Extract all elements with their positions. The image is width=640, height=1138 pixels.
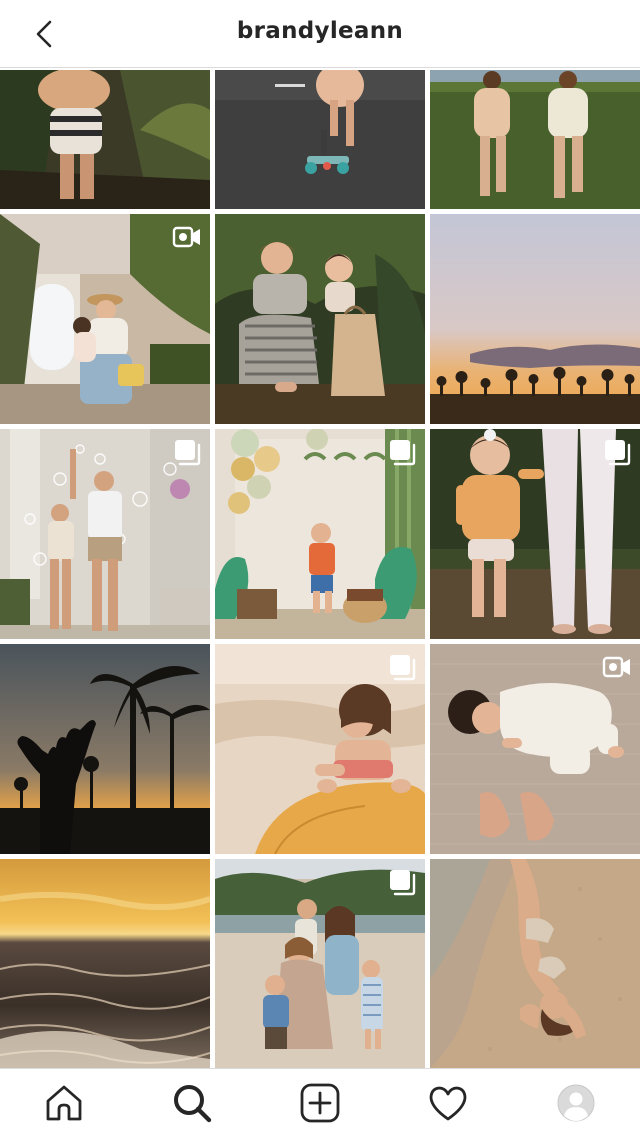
video-icon <box>172 226 200 248</box>
carousel-icon <box>605 440 631 466</box>
post-tile-8[interactable] <box>215 429 425 639</box>
post-tile-15[interactable] <box>430 859 640 1068</box>
post-image <box>215 70 425 209</box>
post-tile-4[interactable] <box>0 214 210 424</box>
post-image <box>430 70 640 209</box>
post-tile-2[interactable] <box>215 70 425 209</box>
tab-activity[interactable] <box>426 1081 470 1125</box>
plus-square-icon <box>300 1083 340 1123</box>
post-tile-14[interactable] <box>215 859 425 1068</box>
post-tile-11[interactable] <box>215 644 425 854</box>
post-tile-13[interactable] <box>0 859 210 1068</box>
tab-profile[interactable] <box>554 1081 598 1125</box>
tab-search[interactable] <box>170 1081 214 1125</box>
post-tile-3[interactable] <box>430 70 640 209</box>
post-tile-1[interactable] <box>0 70 210 209</box>
tab-new-post[interactable] <box>298 1081 342 1125</box>
post-tile-7[interactable] <box>0 429 210 639</box>
carousel-icon <box>390 870 416 896</box>
post-image <box>430 214 640 424</box>
bottom-tab-bar <box>0 1068 640 1138</box>
carousel-icon <box>175 440 201 466</box>
post-tile-10[interactable] <box>0 644 210 854</box>
post-image <box>430 859 640 1068</box>
post-tile-9[interactable] <box>430 429 640 639</box>
post-tile-6[interactable] <box>430 214 640 424</box>
heart-icon <box>429 1086 467 1121</box>
video-icon <box>602 656 630 678</box>
tab-home[interactable] <box>42 1081 86 1125</box>
profile-username[interactable]: brandyleann <box>0 18 640 44</box>
post-image <box>0 859 210 1068</box>
post-tile-12[interactable] <box>430 644 640 854</box>
top-header: brandyleann <box>0 0 640 68</box>
carousel-icon <box>390 440 416 466</box>
avatar-icon <box>557 1084 595 1122</box>
post-tile-5[interactable] <box>215 214 425 424</box>
search-icon <box>174 1085 212 1123</box>
post-image <box>0 70 210 209</box>
home-icon <box>46 1085 82 1121</box>
post-grid <box>0 70 640 1068</box>
carousel-icon <box>390 655 416 681</box>
post-image <box>215 214 425 424</box>
post-image <box>0 644 210 854</box>
